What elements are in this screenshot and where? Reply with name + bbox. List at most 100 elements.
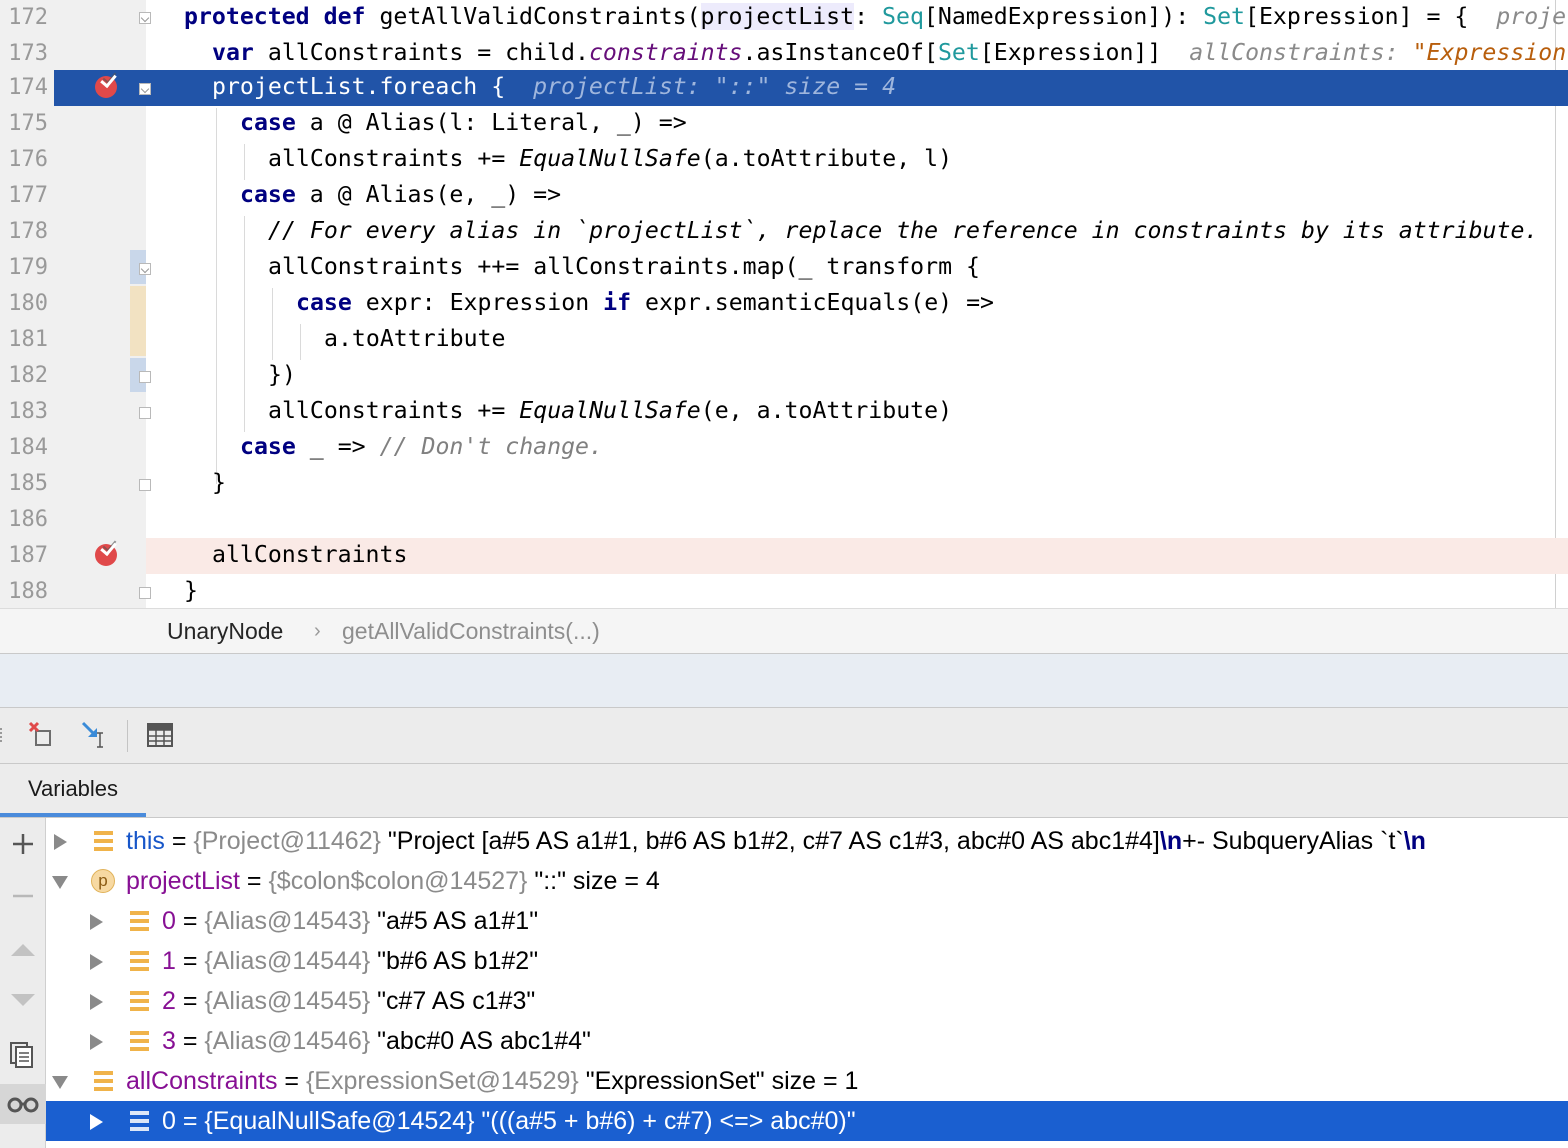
copy-icon[interactable] xyxy=(0,1032,46,1072)
line-number: 177 xyxy=(8,183,48,208)
variable-text: 0 = {Alias@14543} "a#5 AS a1#1" xyxy=(162,907,539,935)
variable-row-item[interactable]: 3 = {Alias@14546} "abc#0 AS abc1#4" xyxy=(46,1021,1568,1061)
breakpoint-icon[interactable] xyxy=(95,76,117,98)
breakpoint-icon[interactable] xyxy=(95,544,117,566)
expand-arrow-icon[interactable] xyxy=(54,834,67,850)
line-number: 174 xyxy=(0,70,54,106)
fold-toggle[interactable] xyxy=(139,12,151,24)
code-line-breakpoint[interactable]: 187 allConstraints xyxy=(0,538,1568,574)
line-number: 181 xyxy=(8,327,48,352)
debugger-tabs: Variables xyxy=(0,764,1568,818)
code-editor[interactable]: 172 protected def getAllValidConstraints… xyxy=(0,0,1568,608)
down-arrow-icon[interactable] xyxy=(0,980,46,1020)
code-text: var allConstraints = child.constraints.a… xyxy=(212,39,1567,66)
code-text: case expr: Expression if expr.semanticEq… xyxy=(296,289,995,316)
code-line-current-execution[interactable]: 174 projectList.foreach { projectList: "… xyxy=(0,70,1568,106)
variable-row-item[interactable]: 1 = {Alias@14544} "b#6 AS b1#2" xyxy=(46,941,1568,981)
remove-watch-icon[interactable] xyxy=(24,717,60,753)
up-arrow-icon[interactable] xyxy=(0,930,46,970)
code-line[interactable]: 183 allConstraints += EqualNullSafe(e, a… xyxy=(0,394,1568,430)
field-icon xyxy=(94,1071,113,1091)
code-line[interactable]: 176 allConstraints += EqualNullSafe(a.to… xyxy=(0,142,1568,178)
variable-row-allConstraints[interactable]: allConstraints = {ExpressionSet@14529} "… xyxy=(46,1061,1568,1101)
collapse-arrow-icon[interactable] xyxy=(52,1076,68,1089)
code-line[interactable]: 181 a.toAttribute xyxy=(0,322,1568,358)
code-line[interactable]: 188 } xyxy=(0,574,1568,608)
watches-rail xyxy=(0,818,46,1148)
breadcrumb-item-method[interactable]: getAllValidConstraints(...) xyxy=(342,609,600,653)
code-line[interactable]: 179 allConstraints ++= allConstraints.ma… xyxy=(0,250,1568,286)
field-icon xyxy=(130,911,149,931)
line-number: 176 xyxy=(8,147,48,172)
code-text: projectList.foreach { projectList: "::" … xyxy=(212,73,897,100)
line-number: 182 xyxy=(8,363,48,388)
code-text: allConstraints xyxy=(212,541,408,568)
minus-icon[interactable] xyxy=(0,876,46,916)
breadcrumb-item-class[interactable]: UnaryNode xyxy=(167,609,283,653)
code-line[interactable]: 182 }) xyxy=(0,358,1568,394)
variables-tree: this = {Project@11462} "Project [a#5 AS … xyxy=(46,818,1568,1148)
code-text: allConstraints ++= allConstraints.map(_ … xyxy=(268,253,980,280)
code-line[interactable]: 185 } xyxy=(0,466,1568,502)
variable-row-selected[interactable]: 0 = {EqualNullSafe@14524} "(((a#5 + b#6)… xyxy=(46,1101,1568,1141)
code-text: case a @ Alias(e, _) => xyxy=(240,181,562,208)
collapse-arrow-icon[interactable] xyxy=(52,876,68,889)
line-number: 175 xyxy=(8,111,48,136)
code-line[interactable]: 175 case a @ Alias(l: Literal, _) => xyxy=(0,106,1568,142)
line-number: 188 xyxy=(8,579,48,604)
fold-end-marker[interactable] xyxy=(139,479,151,491)
variable-text: 1 = {Alias@14544} "b#6 AS b1#2" xyxy=(162,947,539,975)
toolbar-separator xyxy=(127,720,128,752)
code-line[interactable]: 172 protected def getAllValidConstraints… xyxy=(0,0,1568,36)
expand-arrow-icon[interactable] xyxy=(90,1114,103,1130)
toolbar-grip[interactable] xyxy=(0,728,5,742)
variable-row-item[interactable]: 2 = {Alias@14545} "c#7 AS c1#3" xyxy=(46,981,1568,1021)
expand-arrow-icon[interactable] xyxy=(90,994,103,1010)
code-line[interactable]: 180 case expr: Expression if expr.semant… xyxy=(0,286,1568,322)
variable-row-item[interactable]: 0 = {Alias@14543} "a#5 AS a1#1" xyxy=(46,901,1568,941)
line-number: 186 xyxy=(8,507,48,532)
code-line[interactable]: 177 case a @ Alias(e, _) => xyxy=(0,178,1568,214)
code-text: case a @ Alias(l: Literal, _) => xyxy=(240,109,687,136)
tab-variables[interactable]: Variables xyxy=(0,764,146,817)
line-number: 183 xyxy=(8,399,48,424)
field-icon xyxy=(130,991,149,1011)
line-number: 178 xyxy=(8,219,48,244)
variable-text: this = {Project@11462} "Project [a#5 AS … xyxy=(126,827,1426,855)
debugger-toolbar xyxy=(0,708,1568,764)
table-view-icon[interactable] xyxy=(142,717,178,753)
code-line[interactable]: 184 case _ => // Don't change. xyxy=(0,430,1568,466)
code-line[interactable]: 186 xyxy=(0,502,1568,538)
variable-row-projectList[interactable]: p projectList = {$colon$colon@14527} "::… xyxy=(46,861,1568,901)
variable-text: 0 = {EqualNullSafe@14524} "(((a#5 + b#6)… xyxy=(162,1107,856,1135)
line-number: 180 xyxy=(8,291,48,316)
code-text: allConstraints += EqualNullSafe(e, a.toA… xyxy=(268,397,953,424)
parameter-icon: p xyxy=(91,869,115,893)
line-number: 185 xyxy=(8,471,48,496)
code-text: } xyxy=(184,577,198,604)
fold-toggle[interactable] xyxy=(139,83,151,95)
fold-end-marker[interactable] xyxy=(139,407,151,419)
code-line[interactable]: 178 // For every alias in `projectList`,… xyxy=(0,214,1568,250)
add-watch-icon[interactable] xyxy=(0,824,46,864)
breadcrumb-separator-icon: › xyxy=(314,620,321,642)
expand-arrow-icon[interactable] xyxy=(90,914,103,930)
step-into-icon[interactable] xyxy=(78,717,114,753)
line-number: 184 xyxy=(8,435,48,460)
expand-arrow-icon[interactable] xyxy=(90,1034,103,1050)
variable-row-this[interactable]: this = {Project@11462} "Project [a#5 AS … xyxy=(46,821,1568,861)
line-number: 187 xyxy=(8,543,48,568)
line-number: 179 xyxy=(8,255,48,280)
field-icon xyxy=(94,831,113,851)
code-text: protected def getAllValidConstraints(pro… xyxy=(184,3,1567,30)
variable-text: projectList = {$colon$colon@14527} "::" … xyxy=(126,867,660,895)
glasses-icon[interactable] xyxy=(0,1084,46,1124)
expand-arrow-icon[interactable] xyxy=(90,954,103,970)
panel-splitter[interactable] xyxy=(0,654,1568,708)
fold-toggle[interactable] xyxy=(139,263,151,275)
code-text: case _ => // Don't change. xyxy=(240,433,603,460)
code-line[interactable]: 173 var allConstraints = child.constrain… xyxy=(0,36,1568,72)
fold-end-marker[interactable] xyxy=(139,587,151,599)
variable-text: 2 = {Alias@14545} "c#7 AS c1#3" xyxy=(162,987,536,1015)
fold-end-marker[interactable] xyxy=(139,371,151,383)
